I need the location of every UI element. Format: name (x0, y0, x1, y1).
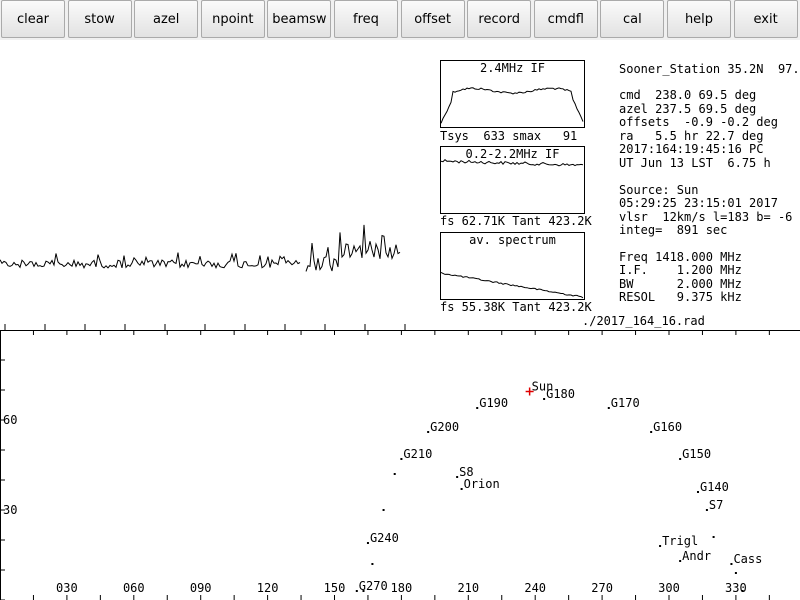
cmdfl-button[interactable]: cmdfl (533, 0, 598, 38)
object-point (705, 509, 708, 511)
if-panel-3-trace (441, 271, 584, 299)
object-point (650, 431, 653, 433)
if-panel-2: 0.2-2.2MHz IF (440, 146, 585, 214)
object-label: G210 (403, 447, 432, 461)
object-point (382, 509, 385, 511)
freq-button[interactable]: freq (334, 0, 398, 38)
upper-area (0, 40, 800, 60)
object-point (734, 572, 737, 574)
spectrum-strip (0, 224, 406, 330)
object-point (679, 458, 682, 460)
npoint-button[interactable]: npoint (200, 0, 265, 38)
object-label: Orion (464, 477, 500, 491)
object-point (427, 431, 430, 433)
spectrum-trace (0, 252, 301, 269)
if-panel-2-trace (441, 159, 584, 167)
sky-map-x-label: 270 (591, 581, 613, 595)
if-panel-1-trace (441, 87, 584, 124)
sky-map-x-label: 300 (658, 581, 680, 595)
object-point (679, 560, 682, 562)
clear-button[interactable]: clear (1, 0, 65, 38)
object-point (543, 398, 546, 400)
sky-map-x-label: 060 (123, 581, 145, 595)
time-pc-text: 2017:164:19:45:16 PC (619, 142, 764, 156)
object-point (400, 458, 403, 460)
if-panel-3: av. spectrum (440, 232, 585, 300)
sky-map-x-label: 210 (457, 581, 479, 595)
object-point (476, 407, 479, 409)
exit-button[interactable]: exit (733, 0, 798, 38)
object-point (393, 473, 396, 475)
sky-map-x-label: 330 (725, 581, 747, 595)
offset-button[interactable]: offset (400, 0, 465, 38)
object-point (460, 488, 463, 490)
object-label: G160 (653, 420, 682, 434)
integ-text: integ= 891 sec (619, 223, 728, 237)
object-point (659, 545, 662, 547)
station-text: Sooner_Station 35.2N 97.4 (619, 62, 800, 76)
object-point (730, 563, 733, 565)
object-point (696, 491, 699, 493)
resol-text: RESOL 9.375 kHz (619, 290, 742, 304)
object-point (366, 542, 369, 544)
object-point (456, 476, 459, 478)
record-button[interactable]: record (467, 0, 532, 38)
object-point (712, 536, 715, 538)
time-ut-text: UT Jun 13 LST 6.75 h (619, 156, 771, 170)
cmd-text: cmd 238.0 69.5 deg (619, 88, 757, 102)
object-label: Andr (682, 549, 711, 563)
sky-map-x-label: 180 (391, 581, 413, 595)
sky-map-x-label: 120 (257, 581, 279, 595)
stow-button[interactable]: stow (67, 0, 132, 38)
source-times-text: 05:29:25 23:15:01 2017 (619, 196, 778, 210)
object-point (371, 563, 374, 565)
sky-map-x-label: 030 (56, 581, 78, 595)
if-panel-1-caption: Tsys 633 smax 91 (440, 129, 578, 143)
object-point (607, 407, 610, 409)
object-label: G170 (611, 396, 640, 410)
object-point (355, 590, 358, 592)
offsets-text: offsets -0.9 -0.2 deg (619, 115, 778, 129)
toolbar: clear stow azel npoint beamsw freq offset recor… (0, 0, 800, 40)
object-label: G140 (700, 480, 729, 494)
object-label: G200 (430, 420, 459, 434)
cal-button[interactable]: cal (600, 0, 665, 38)
sky-map-x-label: 090 (190, 581, 212, 595)
help-button[interactable]: help (667, 0, 731, 38)
object-label: Trigl (662, 534, 698, 548)
if-panel-2-caption: fs 62.71K Tant 423.2K (440, 214, 592, 228)
sky-map-y-label: 60 (3, 413, 17, 427)
beamsw-button[interactable]: beamsw (267, 0, 332, 38)
object-label: G190 (479, 396, 508, 410)
object-point (362, 590, 365, 592)
sky-map-x-label: 150 (324, 581, 346, 595)
sky-map: 030 060 090 120 150 180 210 240 270 300 3306030G18… (0, 330, 800, 600)
sky-map-y-label: 30 (3, 503, 17, 517)
spectrum-trace (305, 224, 401, 272)
if-panel-3-caption: fs 55.38K Tant 423.2K (440, 300, 592, 314)
azel-button[interactable]: azel (134, 0, 199, 38)
if-panel-1: 2.4MHz IF (440, 60, 585, 128)
object-label: G240 (370, 531, 399, 545)
object-label: Sun (532, 380, 554, 394)
object-label: G150 (682, 447, 711, 461)
filename-text: ./2017_164_16.rad (582, 314, 705, 328)
if-freq-text: I.F. 1.200 MHz (619, 263, 742, 277)
object-label: S7 (709, 498, 723, 512)
object-label: Cass (733, 552, 762, 566)
object-point (741, 590, 744, 592)
sky-map-x-label: 240 (524, 581, 546, 595)
